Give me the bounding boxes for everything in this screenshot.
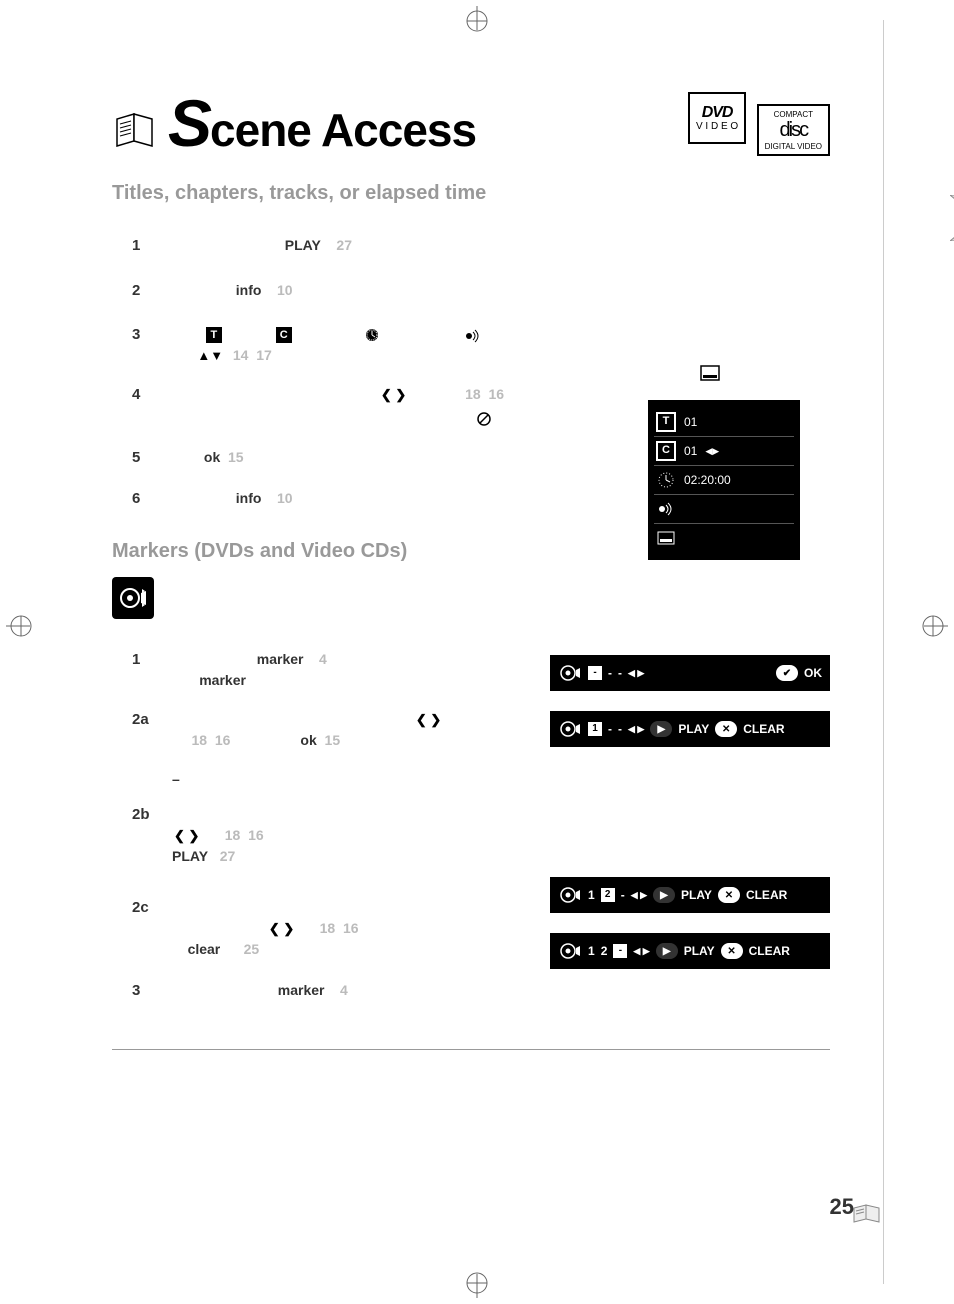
prohibit-icon [476,410,492,426]
header-row: Scene Access DVDV I D E O COMPACTdiscDIG… [112,90,830,156]
step-5: 5 xxxx ok 15 [132,447,830,470]
page-edge-guide [883,20,884,1284]
title-rest: cene Access [210,104,476,156]
step-4: 4 xxxxxxxxxxxxxxxxxxxxxxxxxxxxx ❮ ❯ xxxx… [132,384,830,429]
title-icon: T [206,327,222,343]
subtitle-icon-small [656,528,676,548]
marker-camera-icon-small [558,717,582,741]
ok-icon: ✔ [776,665,798,681]
marker-camera-icon-small [558,939,582,963]
marker-camera-icon-small [558,883,582,907]
marker-camera-icon [112,577,154,619]
crop-mark-top [462,6,492,36]
clock-icon [364,327,380,343]
marker-step-3: 3 xxxxxxxxxxxxxx marker 4 [132,980,520,1003]
section-heading-1: Titles, chapters, tracks, or elapsed tim… [112,182,830,205]
marker-step-2a: 2a xxxxxxxxxxxxxxxxxxxxxxxxxxxxxxxxxx ❮ … [132,709,520,751]
osd-row-subtitle [654,524,794,552]
chapter-icon: C [276,327,292,343]
marker-osd-bar-1: - - - ◀ ▶ ✔ OK [550,655,830,691]
play-icon: ▶ [656,943,678,959]
page-book-icon [852,1202,882,1226]
step-6: 6 xxxxxxxx info 10 [132,488,830,511]
step-3: 3 xxxx T xxxxxx C xxxxxxxxx xxxxxxxxxxx … [132,324,830,366]
marker-osd-bar-4: 1 2 - ◀ ▶ ▶ PLAY ✕ CLEAR [550,933,830,969]
crop-mark-bottom [462,1268,492,1298]
clear-icon: ✕ [718,887,740,903]
crop-mark-left [6,611,36,641]
step-1: 1 xxxxxxxxxxxxxxx PLAY 27 [132,235,830,258]
bottom-rule [112,1049,830,1050]
marker-step-1: 1 xxxxxxxxxxx marker 4 marker [132,649,520,691]
marker-dash: – [132,769,520,790]
marker-step-2b: 2b xxxxxxxxxxxxxxxxxxxxxxxxxxxxxxxxx ❮ ❯… [132,804,520,867]
dvd-video-logo: DVDV I D E O [688,92,746,144]
play-icon: ▶ [653,887,675,903]
language-tab-gb: GB [950,195,954,241]
marker-camera-icon-small [558,661,582,685]
marker-osd-bar-2: 1 - - ◀ ▶ ▶ PLAY ✕ CLEAR [550,711,830,747]
clear-icon: ✕ [721,943,743,959]
page-number: 25 [830,1194,854,1220]
marker-osd-bar-3: 1 2 - ◀ ▶ ▶ PLAY ✕ CLEAR [550,877,830,913]
format-logos: DVDV I D E O COMPACTdiscDIGITAL VIDEO [682,92,830,156]
marker-step-2c: 2c xxxxxxxxxxxxxxxxxxxxxxxxxxxxxx xxxxxx… [132,897,520,960]
crop-mark-right [918,611,948,641]
play-icon: ▶ [650,721,672,737]
step-2: 2 xxxxxxxx info 10 [132,280,830,303]
compact-disc-logo: COMPACTdiscDIGITAL VIDEO [757,104,830,156]
speaker-icon [465,328,483,342]
title-letter: S [168,90,210,156]
book-icon [112,106,162,156]
clear-icon: ✕ [715,721,737,737]
page-title: Scene Access [168,90,476,156]
